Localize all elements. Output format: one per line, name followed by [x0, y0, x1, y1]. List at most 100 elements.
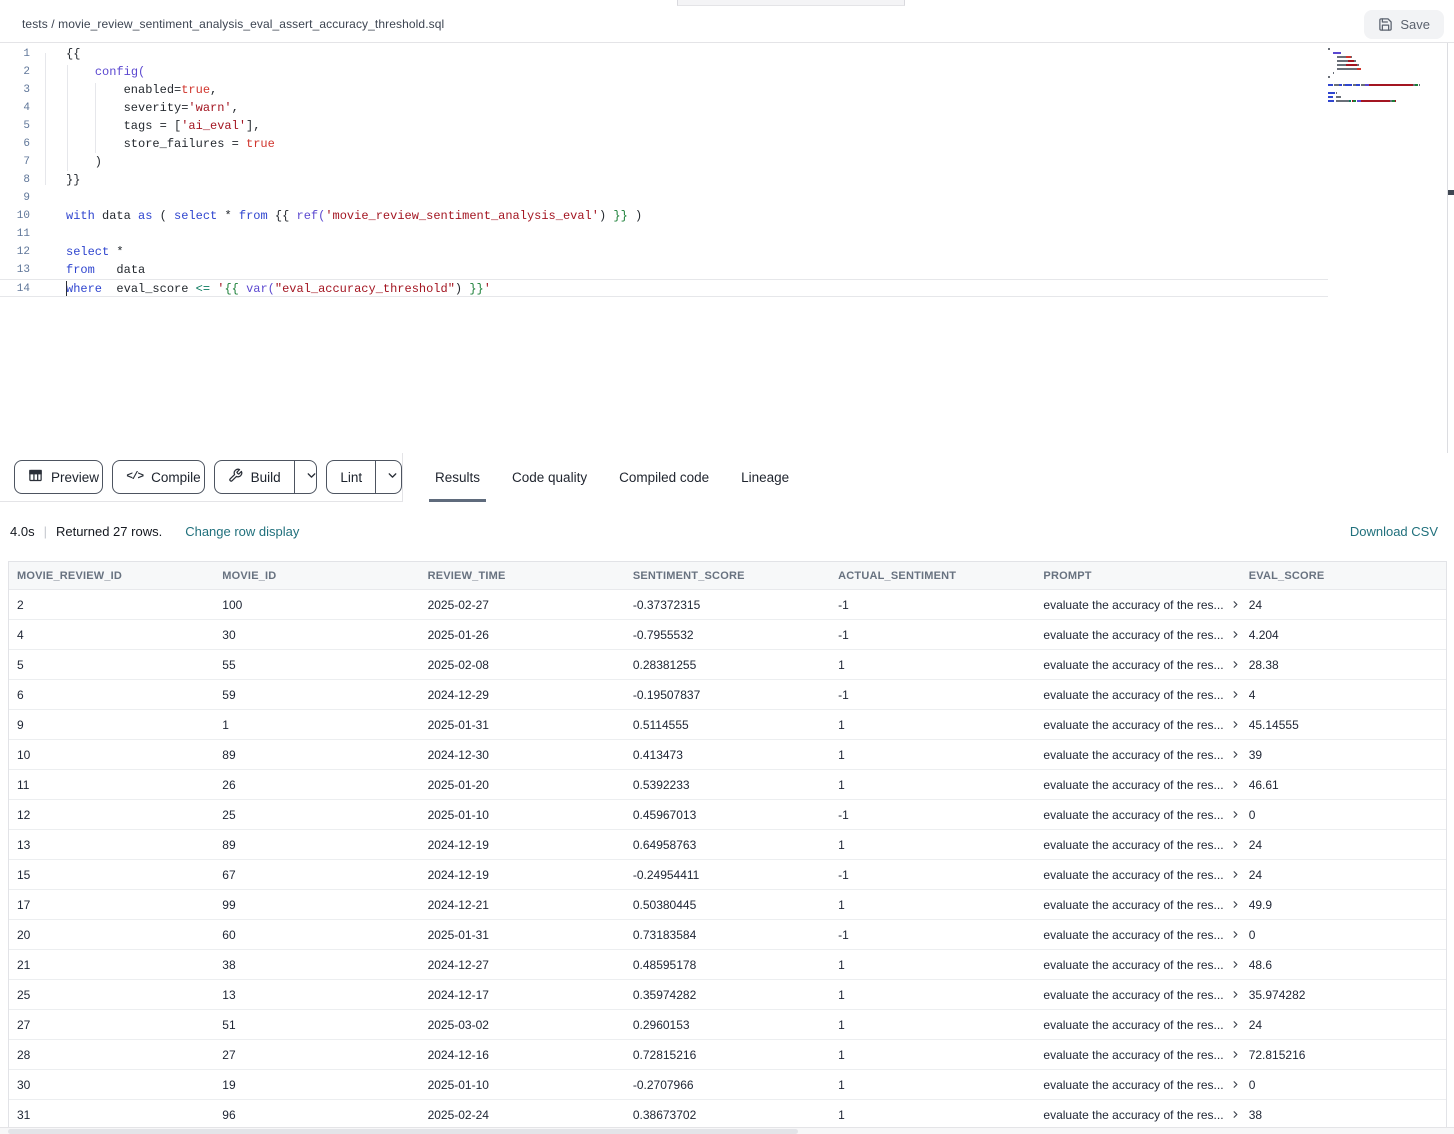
save-button[interactable]: Save [1364, 10, 1444, 39]
code-line[interactable]: 7 ) [0, 153, 1454, 171]
code-line[interactable]: 2 config( [0, 63, 1454, 81]
line-number: 6 [0, 135, 40, 153]
cell-movie-id: 25 [214, 808, 419, 822]
prompt-expand-button[interactable] [1230, 839, 1241, 850]
horizontal-scrollbar-thumb[interactable] [8, 1129, 798, 1134]
cell-eval-score: 0 [1241, 928, 1446, 942]
cell-sentiment-score: -0.24954411 [625, 868, 830, 882]
prompt-text: evaluate the accuracy of the res... [1043, 1108, 1223, 1122]
active-tab-underline [429, 499, 486, 502]
cell-review-time: 2025-01-31 [420, 718, 625, 732]
column-header-movie_review_id: MOVIE_REVIEW_ID [9, 570, 214, 582]
query-time: 4.0s [10, 524, 35, 539]
prompt-expand-button[interactable] [1230, 1019, 1241, 1030]
code-line[interactable]: 12 select * [0, 243, 1454, 261]
cell-eval-score: 4.204 [1241, 628, 1446, 642]
cell-sentiment-score: 0.28381255 [625, 658, 830, 672]
table-row: 6 59 2024-12-29 -0.19507837 -1 evaluate … [9, 680, 1446, 710]
line-number: 9 [0, 189, 40, 207]
lint-dropdown[interactable] [375, 461, 402, 493]
editor-scrollbar-thumb[interactable] [1448, 190, 1454, 195]
table-row: 17 99 2024-12-21 0.50380445 1 evaluate t… [9, 890, 1446, 920]
build-main[interactable]: Build [215, 461, 294, 493]
cell-actual-sentiment: -1 [830, 868, 1035, 882]
prompt-expand-button[interactable] [1230, 989, 1241, 1000]
compile-button[interactable]: </> Compile [112, 460, 204, 494]
code-line[interactable]: 13 from data [0, 261, 1454, 279]
chevron-down-icon [305, 469, 318, 485]
prompt-expand-button[interactable] [1230, 749, 1241, 760]
cell-review-time: 2024-12-30 [420, 748, 625, 762]
cell-actual-sentiment: -1 [830, 688, 1035, 702]
minimap[interactable] [1328, 47, 1438, 103]
code-line[interactable]: 4 severity='warn', [0, 99, 1454, 117]
preview-button[interactable]: Preview [14, 460, 103, 494]
cell-prompt: evaluate the accuracy of the res... [1035, 628, 1240, 642]
horizontal-scrollbar [0, 1127, 1454, 1134]
cell-sentiment-score: -0.7955532 [625, 628, 830, 642]
cell-prompt: evaluate the accuracy of the res... [1035, 748, 1240, 762]
cell-actual-sentiment: -1 [830, 808, 1035, 822]
tab-results[interactable]: Results [419, 453, 496, 502]
download-csv-link[interactable]: Download CSV [1350, 524, 1438, 539]
code-line[interactable]: 6 store_failures = true [0, 135, 1454, 153]
cell-sentiment-score: 0.72815216 [625, 1048, 830, 1062]
lint-button[interactable]: Lint [326, 460, 402, 494]
cell-movie-id: 27 [214, 1048, 419, 1062]
prompt-expand-button[interactable] [1230, 689, 1241, 700]
code-line[interactable]: 11 [0, 225, 1454, 243]
lint-main[interactable]: Lint [327, 461, 375, 493]
prompt-expand-button[interactable] [1230, 869, 1241, 880]
preview-table-icon [28, 468, 43, 486]
prompt-expand-button[interactable] [1230, 599, 1241, 610]
tab-code-quality[interactable]: Code quality [496, 453, 603, 502]
prompt-expand-button[interactable] [1230, 899, 1241, 910]
table-row: 28 27 2024-12-16 0.72815216 1 evaluate t… [9, 1040, 1446, 1070]
prompt-text: evaluate the accuracy of the res... [1043, 898, 1223, 912]
tab-compiled-code[interactable]: Compiled code [603, 453, 725, 502]
cell-review-time: 2025-01-26 [420, 628, 625, 642]
cell-prompt: evaluate the accuracy of the res... [1035, 988, 1240, 1002]
cell-movie-review-id: 27 [9, 1018, 214, 1032]
code-line[interactable]: 9 [0, 189, 1454, 207]
code-line[interactable]: 5 tags = ['ai_eval'], [0, 117, 1454, 135]
cell-actual-sentiment: -1 [830, 598, 1035, 612]
prompt-expand-button[interactable] [1230, 1079, 1241, 1090]
prompt-expand-button[interactable] [1230, 659, 1241, 670]
line-content: tags = ['ai_eval'], [40, 117, 260, 135]
cell-prompt: evaluate the accuracy of the res... [1035, 868, 1240, 882]
prompt-expand-button[interactable] [1230, 779, 1241, 790]
cell-sentiment-score: -0.2707966 [625, 1078, 830, 1092]
prompt-text: evaluate the accuracy of the res... [1043, 958, 1223, 972]
prompt-expand-button[interactable] [1230, 929, 1241, 940]
prompt-expand-button[interactable] [1230, 959, 1241, 970]
prompt-expand-button[interactable] [1230, 1049, 1241, 1060]
cell-review-time: 2025-01-10 [420, 1078, 625, 1092]
line-content: select * [40, 243, 124, 261]
line-content [40, 189, 66, 207]
cell-actual-sentiment: 1 [830, 898, 1035, 912]
code-line[interactable]: 1 {{ [0, 45, 1454, 63]
code-line[interactable]: 14 where eval_score <= '{{ var("eval_acc… [0, 279, 1328, 297]
tab-lineage[interactable]: Lineage [725, 453, 805, 502]
cell-review-time: 2025-02-27 [420, 598, 625, 612]
cell-prompt: evaluate the accuracy of the res... [1035, 1018, 1240, 1032]
line-content [40, 225, 66, 243]
prompt-expand-button[interactable] [1230, 1109, 1241, 1120]
breadcrumb: tests / movie_review_sentiment_analysis_… [22, 17, 444, 31]
code-line[interactable]: 8 }} [0, 171, 1454, 189]
change-row-display-link[interactable]: Change row display [185, 524, 299, 539]
prompt-expand-button[interactable] [1230, 719, 1241, 730]
code-editor[interactable]: 1 {{ 2 config( 3 enabled=true, 4 severit… [0, 43, 1454, 453]
code-line[interactable]: 3 enabled=true, [0, 81, 1454, 99]
prompt-expand-button[interactable] [1230, 809, 1241, 820]
prompt-expand-button[interactable] [1230, 629, 1241, 640]
build-button[interactable]: Build [214, 460, 318, 494]
column-header-actual_sentiment: ACTUAL_SENTIMENT [830, 570, 1035, 582]
cell-prompt: evaluate the accuracy of the res... [1035, 928, 1240, 942]
cell-movie-id: 55 [214, 658, 419, 672]
cell-movie-id: 67 [214, 868, 419, 882]
table-row: 30 19 2025-01-10 -0.2707966 1 evaluate t… [9, 1070, 1446, 1100]
code-line[interactable]: 10 with data as ( select * from {{ ref('… [0, 207, 1454, 225]
build-dropdown[interactable] [294, 461, 318, 493]
